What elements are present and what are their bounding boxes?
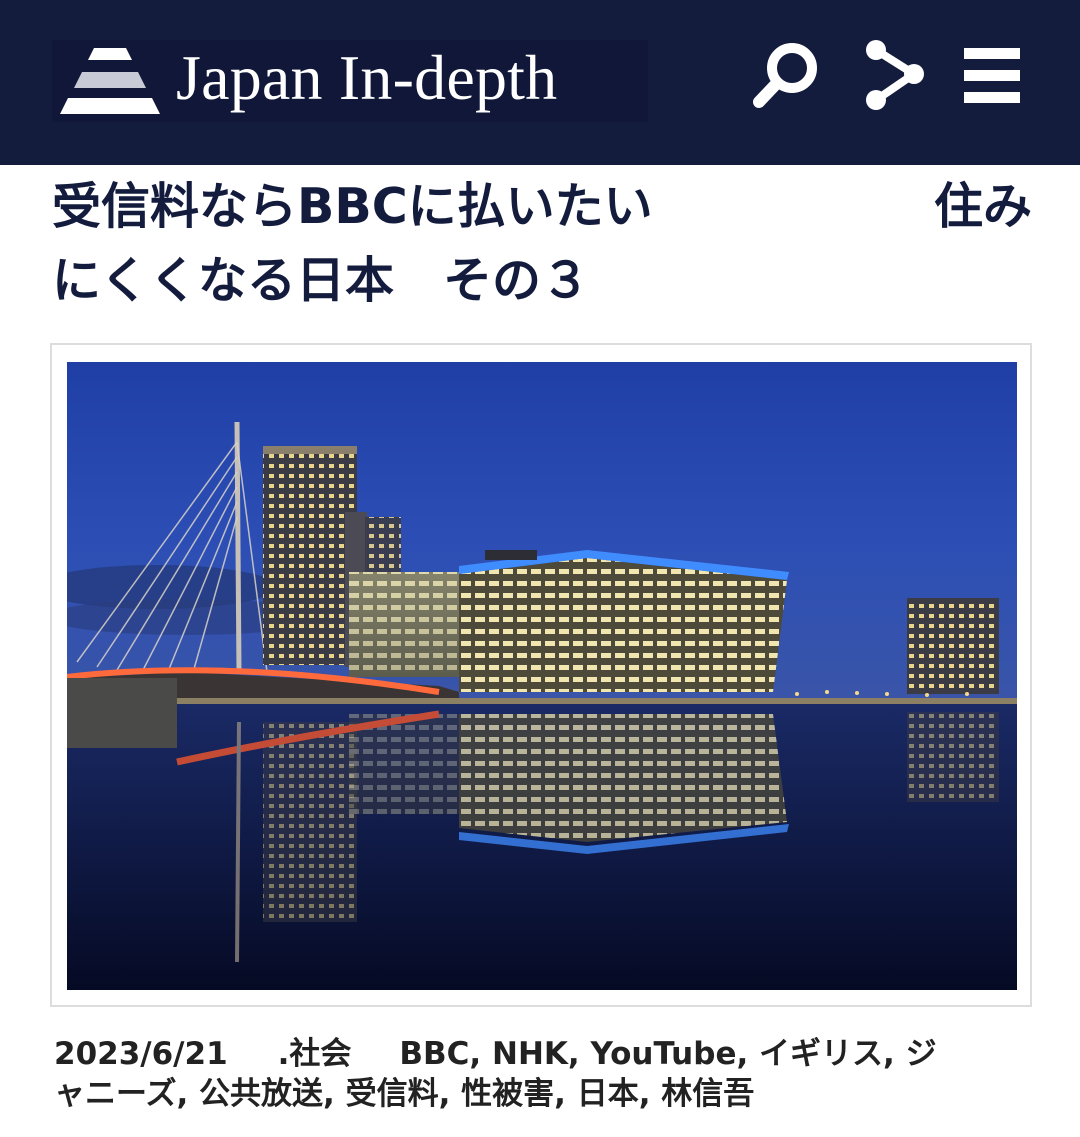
site-header: Japan In-depth (0, 0, 1080, 165)
article-tags-line-2[interactable]: ャニーズ, 公共放送, 受信料, 性被害, 日本, 林信吾 (54, 1076, 754, 1112)
pyramid-logo-icon (60, 48, 160, 114)
article-title: 受信料ならBBCに払いたい 住み にくくなる日本 その３ (52, 170, 1042, 318)
meta-line-1: 2023/6/21 .社会 BBC, NHK, YouTube, イギリス, ジ (54, 1034, 1044, 1074)
title-line-1-left: 受信料ならBBCに払いたい (52, 178, 653, 235)
article-date: 2023/6/21 (54, 1036, 228, 1072)
menu-icon[interactable] (958, 38, 1024, 114)
meta-line-2: ャニーズ, 公共放送, 受信料, 性被害, 日本, 林信吾 (54, 1074, 1044, 1114)
site-logo[interactable]: Japan In-depth (52, 40, 648, 122)
search-icon[interactable] (750, 38, 822, 114)
article-tags-line-1[interactable]: BBC, NHK, YouTube, イギリス, ジ (399, 1036, 936, 1072)
article-category[interactable]: .社会 (278, 1036, 352, 1072)
title-line-1: 受信料ならBBCに払いたい 住み (52, 170, 1032, 244)
article-image-frame (50, 343, 1032, 1007)
share-icon[interactable] (858, 38, 930, 114)
title-line-1-right: 住み (933, 178, 1032, 235)
title-line-2: にくくなる日本 その３ (52, 252, 591, 309)
article-meta: 2023/6/21 .社会 BBC, NHK, YouTube, イギリス, ジ ャ… (54, 1034, 1044, 1114)
article-photo[interactable] (67, 362, 1017, 990)
site-name: Japan In-depth (176, 42, 558, 113)
